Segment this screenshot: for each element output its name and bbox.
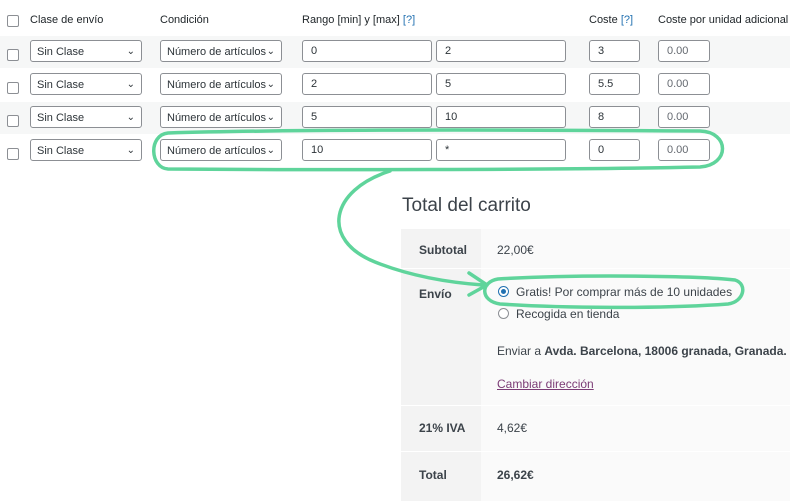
table-row: Sin Clase ⌄ Número de artículos ⌄ 5 10 8 0… bbox=[0, 102, 790, 134]
select-all-checkbox[interactable] bbox=[7, 15, 19, 27]
table-row: Sin Clase ⌄ Número de artículos ⌄ 2 5 5.5 … bbox=[0, 69, 790, 101]
range-min-input[interactable]: 5 bbox=[302, 106, 432, 128]
shipping-row: Envío Gratis! Por comprar más de 10 unid… bbox=[401, 269, 790, 405]
row-checkbox[interactable] bbox=[7, 115, 19, 127]
extra-cost-input[interactable]: 0.00 bbox=[658, 139, 710, 161]
subtotal-value: 22,00€ bbox=[497, 243, 534, 257]
cost-input[interactable]: 3 bbox=[589, 40, 640, 62]
pickup-radio[interactable] bbox=[498, 308, 509, 319]
ship-to-text: Enviar a Avda. Barcelona, 18006 granada,… bbox=[497, 344, 787, 358]
header-range: Rango [min] y [max] [?] bbox=[302, 14, 415, 26]
extra-cost-input[interactable]: 0.00 bbox=[658, 40, 710, 62]
header-range-label: Rango [min] y [max] bbox=[302, 14, 400, 26]
shipping-class-select[interactable]: Sin Clase ⌄ bbox=[30, 139, 142, 161]
chevron-down-icon: ⌄ bbox=[266, 145, 275, 156]
total-value: 26,62€ bbox=[497, 468, 534, 482]
row-checkbox[interactable] bbox=[7, 82, 19, 94]
header-shipping-class: Clase de envío bbox=[30, 14, 104, 26]
shipping-class-select[interactable]: Sin Clase ⌄ bbox=[30, 40, 142, 62]
range-max-input[interactable]: 10 bbox=[436, 106, 566, 128]
table-row: Sin Clase ⌄ Número de artículos ⌄ 10 * 0 0… bbox=[0, 135, 790, 167]
chevron-down-icon: ⌄ bbox=[126, 145, 135, 156]
shipping-class-select[interactable]: Sin Clase ⌄ bbox=[30, 106, 142, 128]
chevron-down-icon: ⌄ bbox=[266, 79, 275, 90]
header-cost-label: Coste bbox=[589, 14, 618, 26]
chevron-down-icon: ⌄ bbox=[266, 46, 275, 57]
chevron-down-icon: ⌄ bbox=[126, 112, 135, 123]
total-label: Total bbox=[419, 468, 447, 482]
range-min-input[interactable]: 10 bbox=[302, 139, 432, 161]
tax-row: 21% IVA 4,62€ bbox=[401, 406, 790, 451]
range-max-input[interactable]: 2 bbox=[436, 40, 566, 62]
condition-select[interactable]: Número de artículos ⌄ bbox=[160, 106, 282, 128]
range-max-input[interactable]: * bbox=[436, 139, 566, 161]
range-min-input[interactable]: 0 bbox=[302, 40, 432, 62]
subtotal-row: Subtotal 22,00€ bbox=[401, 229, 790, 268]
tax-value: 4,62€ bbox=[497, 421, 528, 435]
condition-select[interactable]: Número de artículos ⌄ bbox=[160, 40, 282, 62]
cost-input[interactable]: 8 bbox=[589, 106, 640, 128]
header-cost-per-unit: Coste por unidad adicional bbox=[658, 14, 789, 26]
total-row: Total 26,62€ bbox=[401, 452, 790, 501]
header-cost: Coste [?] bbox=[589, 14, 633, 26]
chevron-down-icon: ⌄ bbox=[126, 79, 135, 90]
range-max-input[interactable]: 5 bbox=[436, 73, 566, 95]
ship-to-address: Avda. Barcelona, 18006 granada, Granada. bbox=[544, 344, 787, 358]
cost-help-link[interactable]: [?] bbox=[621, 14, 633, 26]
chevron-down-icon: ⌄ bbox=[266, 112, 275, 123]
condition-select[interactable]: Número de artículos ⌄ bbox=[160, 73, 282, 95]
row-checkbox[interactable] bbox=[7, 49, 19, 61]
shipping-class-select[interactable]: Sin Clase ⌄ bbox=[30, 73, 142, 95]
ship-to-prefix: Enviar a bbox=[497, 344, 542, 358]
pickup-label[interactable]: Recogida en tienda bbox=[516, 307, 619, 321]
header-condition: Condición bbox=[160, 14, 209, 26]
chevron-down-icon: ⌄ bbox=[126, 46, 135, 57]
cart-totals-title: Total del carrito bbox=[402, 195, 531, 216]
table-row: Sin Clase ⌄ Número de artículos ⌄ 0 2 3 0.… bbox=[0, 36, 790, 68]
row-checkbox[interactable] bbox=[7, 148, 19, 160]
range-min-input[interactable]: 2 bbox=[302, 73, 432, 95]
tax-label: 21% IVA bbox=[419, 421, 466, 435]
cost-input[interactable]: 5.5 bbox=[589, 73, 640, 95]
shipping-label: Envío bbox=[419, 287, 452, 301]
cost-input[interactable]: 0 bbox=[589, 139, 640, 161]
free-shipping-label[interactable]: Gratis! Por comprar más de 10 unidades bbox=[516, 285, 732, 299]
range-help-link[interactable]: [?] bbox=[403, 14, 415, 26]
free-shipping-radio[interactable] bbox=[498, 286, 509, 297]
extra-cost-input[interactable]: 0.00 bbox=[658, 106, 710, 128]
extra-cost-input[interactable]: 0.00 bbox=[658, 73, 710, 95]
subtotal-label: Subtotal bbox=[419, 243, 467, 257]
condition-select[interactable]: Número de artículos ⌄ bbox=[160, 139, 282, 161]
change-address-link[interactable]: Cambiar dirección bbox=[497, 377, 594, 391]
